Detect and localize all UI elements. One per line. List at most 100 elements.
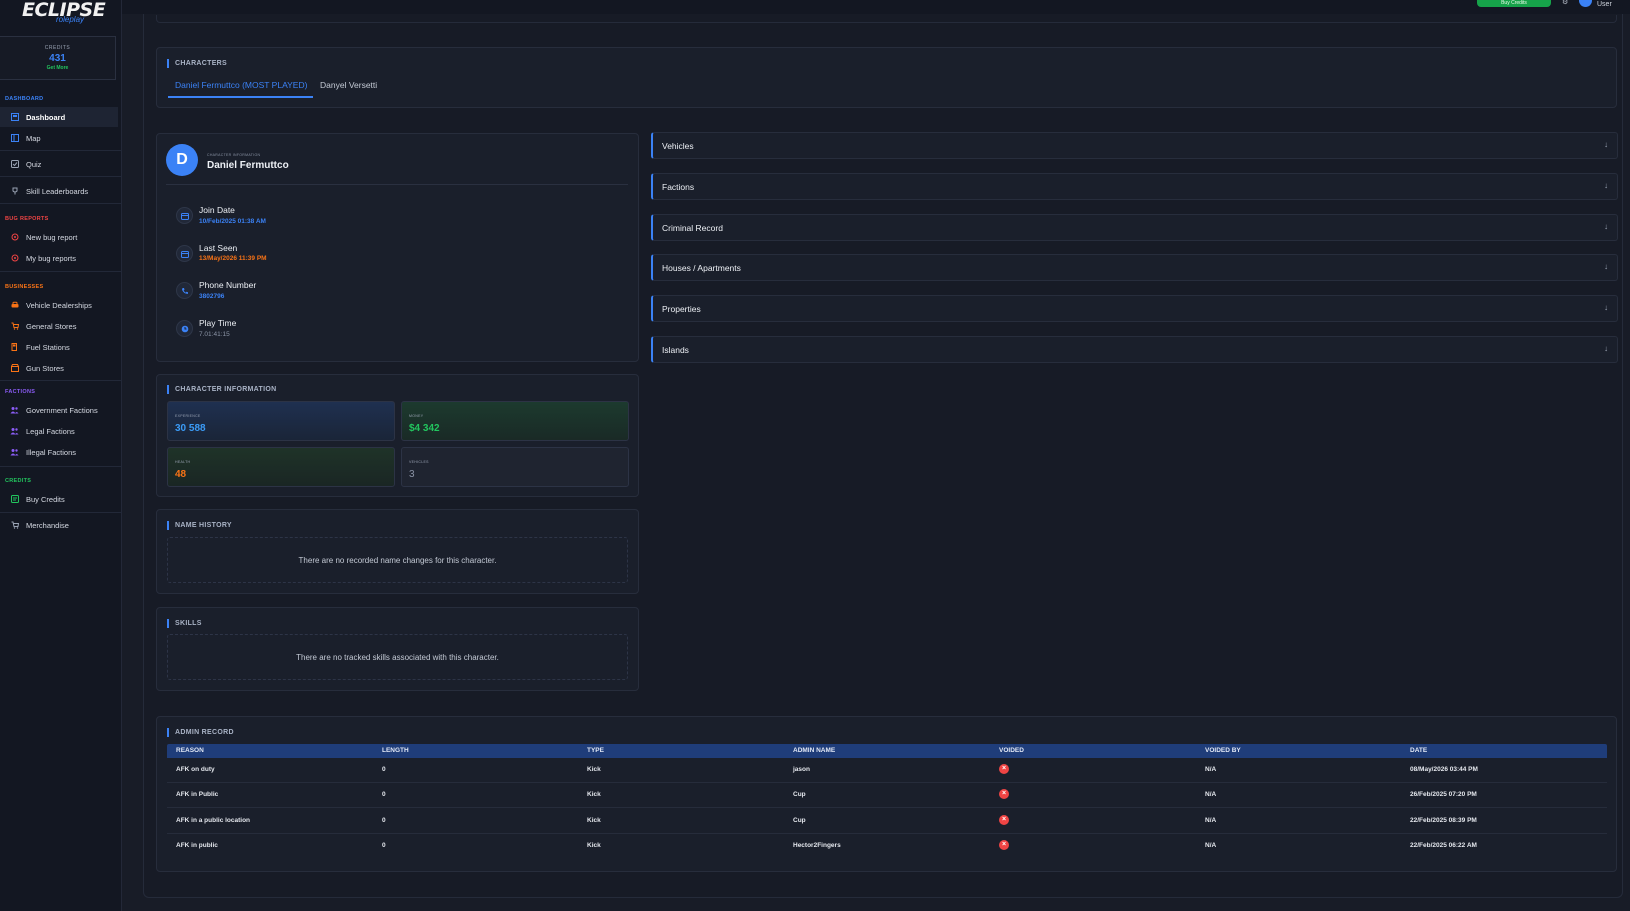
column-header-date: DATE bbox=[1410, 747, 1428, 754]
nav-divider bbox=[0, 203, 122, 204]
not-voided-icon: × bbox=[999, 840, 1009, 850]
vehicles-label: VEHICLES bbox=[409, 460, 429, 464]
money-label: MONEY bbox=[409, 414, 424, 418]
table-row: AFK in public 0 Kick Hector2Fingers × N/… bbox=[167, 834, 1607, 859]
cell-reason: AFK on duty bbox=[176, 766, 215, 773]
character-name: Daniel Fermuttco bbox=[207, 160, 289, 171]
health-label: HEALTH bbox=[175, 460, 191, 464]
sidebar-item-map[interactable]: Map bbox=[0, 128, 118, 148]
store-icon bbox=[10, 364, 19, 373]
not-voided-icon: × bbox=[999, 815, 1009, 825]
cell-date: 22/Feb/2025 06:22 AM bbox=[1410, 842, 1477, 849]
accordion-label: Houses / Apartments bbox=[662, 263, 741, 273]
cell-date: 08/May/2026 03:44 PM bbox=[1410, 766, 1478, 773]
eclipse-logo[interactable]: ECLIPSE roleplay bbox=[22, 0, 106, 28]
gear-icon[interactable]: ⚙ bbox=[1562, 0, 1568, 6]
section-label-businesses: BUSINESSES bbox=[5, 284, 44, 290]
tab-daniel-fermuttco[interactable]: Daniel Fermuttco (MOST PLAYED) bbox=[175, 80, 307, 90]
cell-length: 0 bbox=[382, 842, 386, 849]
phone-number-label: Phone Number bbox=[199, 280, 257, 290]
play-time-label: Play Time bbox=[199, 318, 237, 328]
accordion-label: Properties bbox=[662, 304, 701, 314]
character-info-title: CHARACTER INFORMATION bbox=[167, 385, 276, 394]
sidebar-item-gun-stores[interactable]: Gun Stores bbox=[0, 358, 118, 378]
chevron-down-icon: ↓ bbox=[1604, 181, 1608, 190]
cell-length: 0 bbox=[382, 817, 386, 824]
fuel-icon bbox=[10, 343, 19, 352]
cell-length: 0 bbox=[382, 791, 386, 798]
dashboard-icon bbox=[10, 113, 19, 122]
cell-length: 0 bbox=[382, 766, 386, 773]
nav-divider bbox=[0, 466, 122, 467]
map-icon bbox=[10, 134, 19, 143]
nav-divider bbox=[0, 271, 122, 272]
column-header-type: TYPE bbox=[587, 747, 604, 754]
get-more-link[interactable]: Get More bbox=[0, 65, 115, 71]
sidebar-item-label: New bug report bbox=[26, 232, 78, 242]
last-seen-label: Last Seen bbox=[199, 243, 238, 253]
sidebar-item-label: Vehicle Dealerships bbox=[26, 300, 92, 310]
skills-empty: There are no tracked skills associated w… bbox=[167, 634, 628, 680]
sidebar-item-merchandise[interactable]: Merchandise bbox=[0, 515, 118, 535]
user-menu-label[interactable]: User bbox=[1597, 1, 1612, 8]
sidebar-item-illegal-factions[interactable]: Illegal Factions bbox=[0, 442, 118, 462]
calendar-icon bbox=[176, 245, 193, 262]
nav-divider bbox=[0, 150, 122, 151]
cell-type: Kick bbox=[587, 766, 601, 773]
nav-divider bbox=[0, 176, 122, 177]
cell-date: 22/Feb/2025 08:39 PM bbox=[1410, 817, 1477, 824]
tab-danyel-versetti[interactable]: Danyel Versetti bbox=[320, 80, 377, 90]
play-time-value: 7.01:41:15 bbox=[199, 331, 230, 338]
accordion-islands[interactable]: Islands ↓ bbox=[651, 336, 1618, 363]
accordion-criminal-record[interactable]: Criminal Record ↓ bbox=[651, 214, 1618, 241]
accordion-factions[interactable]: Factions ↓ bbox=[651, 173, 1618, 200]
chevron-down-icon: ↓ bbox=[1604, 303, 1608, 312]
cell-voided-by: N/A bbox=[1205, 766, 1217, 773]
sidebar-item-fuel-stations[interactable]: Fuel Stations bbox=[0, 337, 118, 357]
column-header-admin-name: ADMIN NAME bbox=[793, 747, 836, 754]
buy-credits-button[interactable]: Buy Credits bbox=[1477, 0, 1551, 7]
credits-label: CREDITS bbox=[44, 45, 71, 51]
credit-icon bbox=[10, 495, 19, 504]
people-icon bbox=[10, 448, 19, 457]
accordion-properties[interactable]: Properties ↓ bbox=[651, 295, 1618, 322]
name-history-title: NAME HISTORY bbox=[167, 521, 232, 530]
sidebar-item-label: Map bbox=[26, 133, 41, 143]
sidebar-item-new-bug-report[interactable]: New bug report bbox=[0, 227, 118, 247]
cell-admin-name: jason bbox=[793, 766, 810, 773]
sidebar-item-label: Quiz bbox=[26, 159, 42, 169]
sidebar-item-government-factions[interactable]: Government Factions bbox=[0, 400, 118, 420]
sidebar-item-label: Government Factions bbox=[26, 405, 98, 415]
sidebar-item-vehicle-dealerships[interactable]: Vehicle Dealerships bbox=[0, 295, 118, 315]
logo-sub-text: roleplay bbox=[56, 15, 85, 24]
chevron-down-icon: ↓ bbox=[1604, 344, 1608, 353]
accordion-houses-apartments[interactable]: Houses / Apartments ↓ bbox=[651, 254, 1618, 281]
profile-divider bbox=[166, 184, 628, 185]
sidebar-item-legal-factions[interactable]: Legal Factions bbox=[0, 421, 118, 441]
sidebar-item-my-bug-reports[interactable]: My bug reports bbox=[0, 248, 118, 268]
sidebar-item-label: Legal Factions bbox=[26, 426, 75, 436]
accordion-vehicles[interactable]: Vehicles ↓ bbox=[651, 132, 1618, 159]
sidebar-item-dashboard[interactable]: Dashboard bbox=[0, 107, 118, 127]
cell-admin-name: Cup bbox=[793, 817, 806, 824]
top-bar bbox=[122, 0, 1630, 14]
name-history-empty: There are no recorded name changes for t… bbox=[167, 537, 628, 583]
quiz-icon bbox=[10, 160, 19, 169]
table-row: AFK in Public 0 Kick Cup × N/A 26/Feb/20… bbox=[167, 783, 1607, 808]
sidebar-item-label: Fuel Stations bbox=[26, 342, 70, 352]
sidebar-item-skill-leaderboards[interactable]: Skill Leaderboards bbox=[0, 181, 118, 201]
section-label-bug-reports: BUG REPORTS bbox=[5, 216, 49, 222]
cell-voided-by: N/A bbox=[1205, 842, 1217, 849]
credits-value: 431 bbox=[49, 53, 66, 64]
sidebar-item-general-stores[interactable]: General Stores bbox=[0, 316, 118, 336]
sidebar-item-quiz[interactable]: Quiz bbox=[0, 154, 118, 174]
health-stat: HEALTH 48 bbox=[167, 447, 395, 487]
cart-icon bbox=[10, 322, 19, 331]
nav-divider bbox=[0, 512, 122, 513]
sidebar-item-label: Dashboard bbox=[26, 112, 66, 122]
table-row: AFK on duty 0 Kick jason × N/A 08/May/20… bbox=[167, 758, 1607, 783]
vehicles-value: 3 bbox=[409, 469, 415, 480]
sidebar-item-buy-credits[interactable]: Buy Credits bbox=[0, 489, 118, 509]
characters-title: CHARACTERS bbox=[167, 59, 227, 68]
cell-admin-name: Hector2Fingers bbox=[793, 842, 841, 849]
